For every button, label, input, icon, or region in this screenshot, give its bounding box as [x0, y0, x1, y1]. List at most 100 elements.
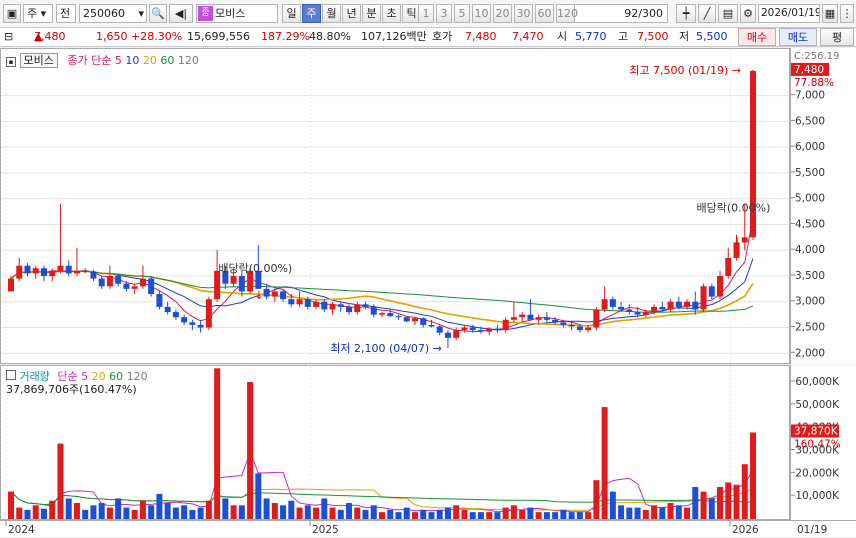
volume-bar	[675, 505, 682, 519]
candle-body	[486, 328, 493, 332]
candle-body	[477, 330, 484, 332]
price-type-select[interactable]: 전	[56, 4, 76, 23]
calendar-icon[interactable]: ▦	[822, 4, 838, 23]
count-field[interactable]: 92/300	[571, 4, 668, 23]
period-tab-2[interactable]: 월	[322, 4, 341, 23]
more-icon[interactable]: ⋮	[840, 4, 854, 23]
candle-body	[98, 278, 105, 287]
period-tab-3[interactable]: 년	[342, 4, 361, 23]
candle-body	[280, 291, 287, 300]
volume-ratio-value: 187.29%	[261, 30, 310, 43]
candle-body	[618, 306, 625, 310]
toolbar: ▣ 주 ▾ 전 250060 ▾ 🔍 ◀| 종 모비스 92/300 ┿ ╱ ▤ …	[0, 0, 856, 28]
candle-body	[469, 327, 476, 331]
volume-bar	[82, 509, 89, 519]
candle-body	[387, 313, 394, 317]
price-axis-label: 4,500	[795, 218, 825, 230]
volume-chart-panel[interactable]: 거래량 단순 5 20 60 120 37,869,706주(160.47%)	[0, 365, 790, 520]
volume-bar	[593, 480, 600, 519]
price-axis-label: 7,000	[795, 90, 825, 102]
interval-button-1[interactable]: 1	[418, 4, 434, 23]
interval-button-60[interactable]: 60	[535, 4, 554, 23]
search-icon[interactable]: 🔍	[149, 4, 167, 23]
volume-bar	[634, 507, 641, 519]
current-pct-tag: 77.88%	[794, 77, 834, 89]
x-axis-label: 2026	[732, 524, 759, 536]
price-legend: ▪ 모비스 종가 단순 5 10 20 60 120	[6, 52, 199, 68]
candle-body	[560, 322, 567, 325]
candle-body	[321, 301, 328, 310]
gear-icon[interactable]: ⚙	[740, 4, 756, 23]
volume-bar	[280, 505, 287, 519]
volume-bar	[296, 507, 303, 519]
low-annotation: 최저 2,100 (04/07) →	[330, 342, 442, 355]
amount-value: 107,126백만	[361, 30, 427, 43]
period-tab-1[interactable]: 주	[302, 4, 321, 23]
interval-button-5[interactable]: 5	[454, 4, 470, 23]
buy-button[interactable]: 매수	[738, 28, 776, 46]
volume-bar	[725, 482, 732, 519]
period-tab-4[interactable]: 분	[362, 4, 381, 23]
legend-stock-name[interactable]: 모비스	[19, 53, 58, 68]
candle-body	[24, 265, 31, 274]
sell-button[interactable]: 매도	[779, 28, 817, 46]
stock-code-input[interactable]: 250060 ▾	[79, 4, 147, 23]
candle-body	[634, 312, 641, 315]
interval-button-3[interactable]: 3	[436, 4, 452, 23]
interval-button-10[interactable]: 10	[472, 4, 491, 23]
save-icon[interactable]: ▤	[718, 4, 738, 23]
candle-body	[626, 309, 633, 313]
price-axis-label: 3,000	[795, 296, 825, 308]
x-axis-label: 2025	[312, 524, 339, 536]
candle-body	[82, 270, 89, 272]
volume-value: 15,699,556	[187, 30, 250, 43]
volume-bar	[692, 487, 699, 519]
legend-ma-20: 20	[142, 54, 157, 67]
volume-bar	[131, 509, 138, 519]
line-chart-icon[interactable]: ╱	[698, 4, 716, 23]
candle-icon[interactable]: ┿	[676, 4, 696, 23]
candle-body	[420, 318, 427, 325]
volume-bar	[585, 512, 592, 519]
interval-button-30[interactable]: 30	[514, 4, 533, 23]
open-label: 시	[557, 30, 568, 43]
interval-button-20[interactable]: 20	[493, 4, 512, 23]
extra-button[interactable]: 평	[820, 28, 854, 46]
candle-body	[346, 306, 353, 313]
speaker-icon[interactable]: ◀|	[169, 4, 193, 23]
x-axis: 2024 2025 2026 01/19	[0, 520, 856, 537]
candle-body	[189, 322, 196, 325]
candle-body	[651, 306, 658, 313]
stock-name-field[interactable]: 종 모비스	[196, 4, 278, 23]
interval-button-120[interactable]: 120	[556, 4, 578, 23]
volume-bar	[181, 505, 188, 519]
candle-body	[230, 275, 237, 284]
volume-bar	[684, 507, 691, 519]
period-tab-5[interactable]: 초	[382, 4, 401, 23]
volume-bar	[139, 500, 146, 519]
window-icon[interactable]: ▣	[3, 4, 21, 23]
volume-bar	[502, 507, 509, 519]
market-select[interactable]: 주 ▾	[23, 4, 53, 23]
price-axis-label: 2,000	[795, 347, 825, 359]
candle-body	[238, 275, 245, 292]
candle-body	[436, 326, 443, 333]
volume-bar	[115, 498, 122, 519]
volume-bar	[238, 505, 245, 519]
date-field[interactable]: 2026/01/19	[758, 4, 820, 23]
volume-bar	[651, 505, 658, 519]
candle-body	[444, 332, 451, 338]
price-chart[interactable]: 최고 7,500 (01/19) → 최저 2,100 (04/07) → 배당락(…	[1, 49, 789, 363]
candle-body	[708, 286, 715, 297]
price-chart-panel[interactable]: 최고 7,500 (01/19) → 최저 2,100 (04/07) → 배당락(…	[0, 48, 790, 364]
volume-bar	[214, 368, 221, 519]
legend-ma-10: 10	[125, 54, 140, 67]
volume-bar	[750, 432, 756, 519]
period-tab-0[interactable]: 일	[282, 4, 301, 23]
candle-body	[428, 324, 435, 327]
price-axis-label: 4,000	[795, 244, 825, 256]
volume-bar	[16, 507, 23, 519]
price-axis-label: 6,000	[795, 141, 825, 153]
volume-bar	[329, 507, 336, 519]
volume-bar	[288, 500, 295, 519]
